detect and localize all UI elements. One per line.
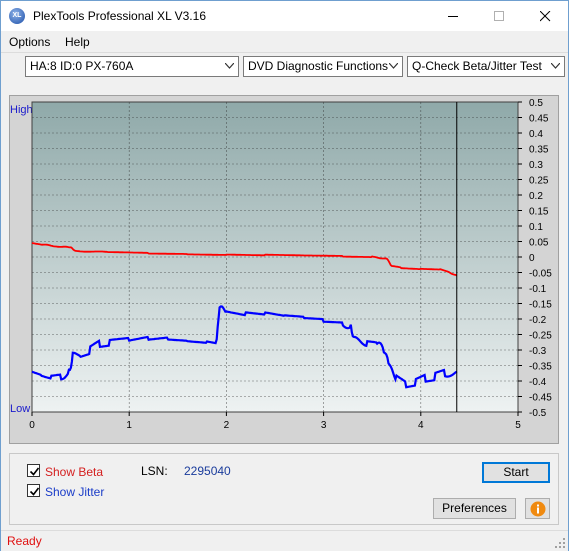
toolbar-divider <box>1 52 568 53</box>
function-select[interactable]: DVD Diagnostic Functions <box>243 56 403 77</box>
chevron-down-icon <box>551 63 560 69</box>
start-button[interactable]: Start <box>482 462 550 483</box>
y-tick-label: 0 <box>529 253 535 264</box>
lsn-value: 2295040 <box>184 464 231 478</box>
maximize-button[interactable] <box>476 1 522 31</box>
lsn-label: LSN: <box>141 464 168 478</box>
high-label: High <box>10 104 33 116</box>
drive-select[interactable]: HA:8 ID:0 PX-760A <box>25 56 239 77</box>
y-tick-label: -0.2 <box>529 315 547 326</box>
y-tick-label: 0.3 <box>529 160 543 171</box>
y-tick-label: -0.45 <box>529 393 552 404</box>
x-tick-label: 2 <box>224 420 230 431</box>
x-tick-label: 0 <box>29 420 35 431</box>
beta-jitter-chart: High Low 0.50.450.40.350.30.250.20.150.1… <box>10 98 552 431</box>
app-icon: XL <box>9 8 25 24</box>
y-tick-label: 0.25 <box>529 176 549 187</box>
show-beta-checkbox[interactable] <box>27 464 40 477</box>
minimize-button[interactable] <box>430 1 476 31</box>
drive-select-value: HA:8 ID:0 PX-760A <box>30 59 134 73</box>
menu-options[interactable]: Options <box>9 35 50 49</box>
y-tick-label: -0.25 <box>529 331 552 342</box>
y-tick-label: -0.3 <box>529 346 547 357</box>
y-tick-label: 0.2 <box>529 191 543 202</box>
x-tick-label: 5 <box>515 420 521 431</box>
show-jitter-checkbox[interactable] <box>27 484 40 497</box>
x-axis-ticks: 0 1 2 3 4 5 <box>29 412 521 431</box>
menu-help[interactable]: Help <box>65 35 90 49</box>
y-tick-label: 0.1 <box>529 222 543 233</box>
low-label: Low <box>10 403 30 415</box>
info-button[interactable] <box>525 498 550 519</box>
chevron-down-icon <box>225 63 234 69</box>
close-button[interactable] <box>522 1 568 31</box>
x-tick-label: 4 <box>418 420 424 431</box>
checkmark-icon <box>29 487 40 496</box>
y-tick-label: -0.5 <box>529 408 547 419</box>
chart-panel: High Low 0.5 0.45 0.4 0.35 0.3 0.25 0.2 0.15 0.1… <box>9 95 559 444</box>
resize-grip-icon[interactable] <box>555 538 565 548</box>
menu-bar: Options Help <box>1 32 568 52</box>
window-title: PlexTools Professional XL V3.16 <box>33 9 206 23</box>
y-tick-label: -0.4 <box>529 377 547 388</box>
info-icon <box>530 501 545 516</box>
show-jitter-label[interactable]: Show Jitter <box>45 485 104 499</box>
y-axis-ticks: 0.5 0.45 0.4 0.35 0.3 0.25 0.2 0.15 0.1 0.05 0 -0.0… <box>518 98 552 419</box>
minimize-icon <box>447 15 458 17</box>
y-tick-label: 0.15 <box>529 207 549 218</box>
y-tick-label: 0.4 <box>529 129 543 140</box>
close-icon <box>539 10 550 21</box>
y-tick-label: 0.35 <box>529 145 549 156</box>
y-tick-label: 0.05 <box>529 238 549 249</box>
y-tick-label: -0.35 <box>529 362 552 373</box>
y-tick-label: 0.5 <box>529 98 543 109</box>
y-tick-label: -0.15 <box>529 300 552 311</box>
status-bar: Ready <box>1 530 568 551</box>
x-tick-label: 3 <box>321 420 327 431</box>
chevron-down-icon <box>389 63 398 69</box>
checkmark-icon <box>29 467 40 476</box>
y-tick-label: 0.45 <box>529 114 549 125</box>
status-text: Ready <box>7 534 42 548</box>
preferences-button[interactable]: Preferences <box>433 498 516 519</box>
x-tick-label: 1 <box>126 420 132 431</box>
app-window: XL PlexTools Professional XL V3.16 Optio… <box>0 0 569 551</box>
title-bar[interactable]: XL PlexTools Professional XL V3.16 <box>1 1 568 31</box>
maximize-icon <box>493 10 504 21</box>
y-tick-label: -0.05 <box>529 269 552 280</box>
y-tick-label: -0.1 <box>529 284 547 295</box>
show-beta-label[interactable]: Show Beta <box>45 465 103 479</box>
test-select-value: Q-Check Beta/Jitter Test <box>412 59 542 73</box>
test-select[interactable]: Q-Check Beta/Jitter Test <box>407 56 565 77</box>
function-select-value: DVD Diagnostic Functions <box>248 59 389 73</box>
